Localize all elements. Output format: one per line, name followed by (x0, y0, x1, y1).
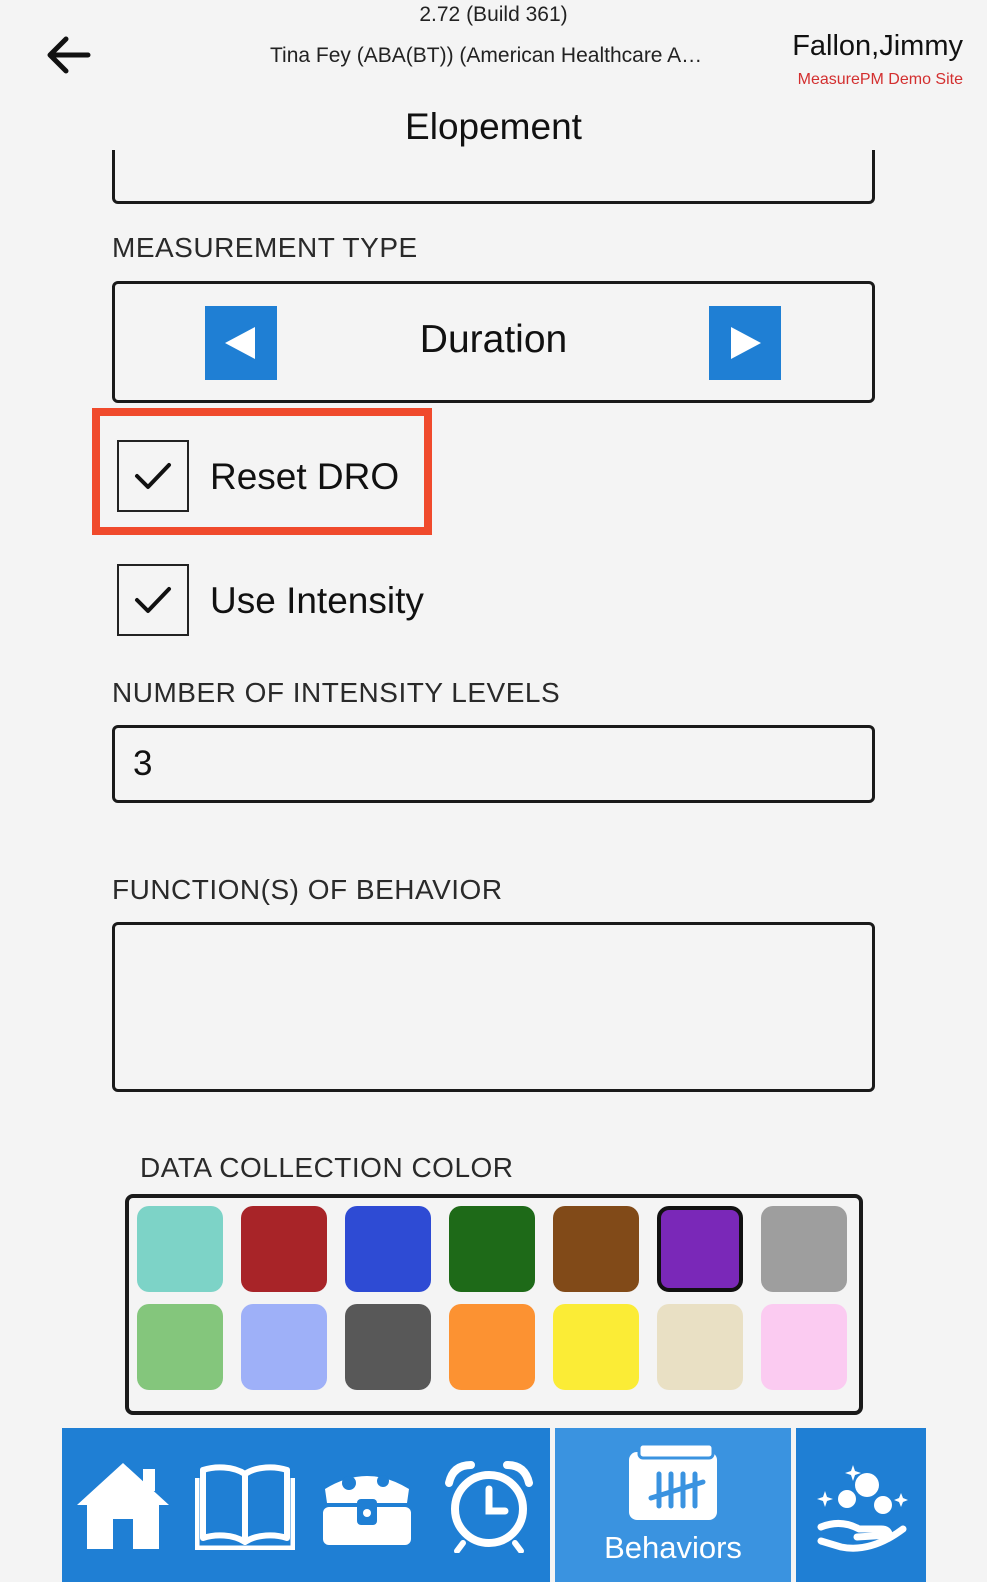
color-swatch[interactable] (449, 1206, 535, 1292)
page-title: Elopement (405, 106, 582, 147)
color-swatch[interactable] (345, 1206, 431, 1292)
nav-home[interactable] (62, 1428, 184, 1582)
color-swatch[interactable] (345, 1304, 431, 1390)
intensity-levels-label: NUMBER OF INTENSITY LEVELS (112, 677, 561, 708)
intensity-levels-input[interactable]: 3 (112, 725, 875, 803)
color-swatch[interactable] (241, 1304, 327, 1390)
checkmark-icon (135, 463, 171, 489)
toolbox-icon (323, 1475, 411, 1545)
use-intensity-checkbox[interactable] (117, 564, 189, 636)
measurement-type-selector: Duration (112, 281, 875, 403)
user-name: Fallon,Jimmy (792, 30, 963, 62)
measurement-type-label: MEASUREMENT TYPE (112, 232, 418, 263)
triangle-right-icon (731, 327, 761, 359)
color-swatch[interactable] (137, 1206, 223, 1292)
home-icon (77, 1463, 169, 1549)
reset-dro-label: Reset DRO (210, 456, 400, 497)
color-swatch[interactable] (761, 1206, 847, 1292)
color-swatch[interactable] (241, 1206, 327, 1292)
next-measurement-button[interactable] (709, 306, 781, 380)
book-icon (195, 1464, 295, 1550)
nav-behaviors[interactable]: Behaviors (555, 1428, 791, 1582)
color-swatch[interactable] (657, 1206, 743, 1292)
site-name: MeasurePM Demo Site (797, 71, 963, 88)
use-intensity-label: Use Intensity (210, 580, 424, 621)
bottom-nav: Behaviors (62, 1428, 926, 1582)
color-swatch[interactable] (449, 1304, 535, 1390)
data-collection-color-label: DATA COLLECTION COLOR (140, 1152, 514, 1183)
reset-dro-checkbox[interactable] (117, 440, 189, 512)
tally-board-icon (629, 1444, 717, 1520)
nav-toolbox[interactable] (306, 1428, 428, 1582)
color-swatch[interactable] (553, 1304, 639, 1390)
color-swatch[interactable] (761, 1304, 847, 1390)
color-swatch[interactable] (657, 1304, 743, 1390)
nav-behaviors-label: Behaviors (604, 1530, 742, 1565)
color-palette (125, 1194, 863, 1415)
functions-of-behavior-input[interactable] (112, 922, 875, 1092)
color-swatch[interactable] (553, 1206, 639, 1292)
provider-name: Tina Fey (ABA(BT)) (American Healthcare … (270, 44, 710, 67)
back-button[interactable] (40, 30, 96, 80)
behavior-description-field[interactable] (112, 150, 875, 204)
nav-alarm[interactable] (428, 1428, 550, 1582)
hand-sparkle-icon (817, 1465, 908, 1552)
checkmark-icon (135, 587, 171, 613)
app-version: 2.72 (Build 361) (419, 3, 568, 26)
nav-library[interactable] (184, 1428, 306, 1582)
nav-skills[interactable] (796, 1428, 926, 1582)
arrow-left-icon (47, 36, 91, 74)
alarm-clock-icon (445, 1461, 533, 1553)
color-swatch[interactable] (137, 1304, 223, 1390)
functions-of-behavior-label: FUNCTION(S) OF BEHAVIOR (112, 874, 503, 905)
